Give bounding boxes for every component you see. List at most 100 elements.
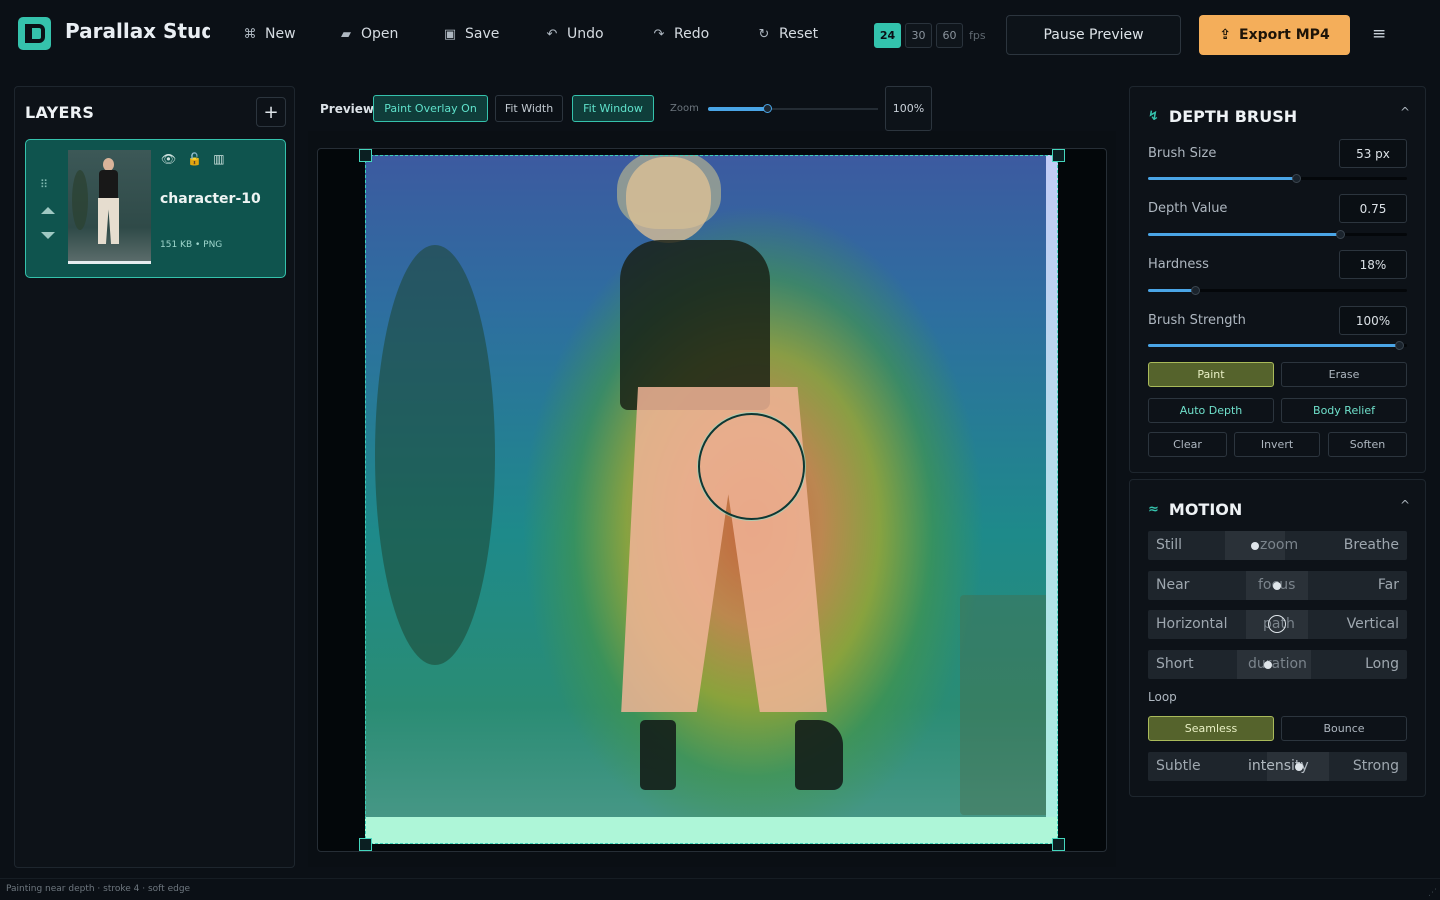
status-bar: Painting near depth · stroke 4 · soft ed… [0, 878, 1440, 900]
hamburger-menu-icon[interactable]: ≡ [1372, 24, 1386, 44]
move-layer-down-icon[interactable] [41, 232, 55, 239]
resize-handle-top-left[interactable] [359, 149, 372, 162]
app-title: Parallax Studio [65, 19, 210, 43]
intensity-selector[interactable]: Subtle intensity Strong [1148, 752, 1407, 781]
path-left-option[interactable]: Horizontal [1156, 616, 1227, 632]
brush-size-slider[interactable] [1148, 174, 1407, 183]
paint-mode-button[interactable]: Paint [1148, 362, 1274, 387]
path-selector-knob[interactable] [1268, 615, 1286, 633]
depth-value-slider-knob[interactable] [1335, 230, 1345, 239]
path-right-option[interactable]: Vertical [1347, 616, 1399, 632]
redo-button[interactable]: ↷ Redo [652, 26, 710, 42]
fps-30-button[interactable]: 30 [905, 23, 932, 48]
layer-actions: 👁 🔓 ▥ [161, 152, 225, 166]
zoom-label: Zoom [670, 103, 699, 114]
fps-unit-label: fps [969, 29, 986, 42]
zoom-left-option[interactable]: Still [1156, 537, 1182, 553]
zoom-value[interactable]: 100% [885, 86, 932, 131]
duration-right-option[interactable]: Long [1365, 656, 1399, 672]
undo-button-label: Undo [567, 26, 604, 42]
move-layer-up-icon[interactable] [41, 207, 55, 214]
duration-left-option[interactable]: Short [1156, 656, 1194, 672]
export-mp4-button[interactable]: ⇪ Export MP4 [1199, 15, 1350, 55]
undo-icon: ↶ [546, 26, 558, 42]
visibility-eye-icon[interactable]: 👁 [161, 152, 176, 166]
open-button-label: Open [361, 26, 399, 42]
add-layer-button[interactable]: + [256, 97, 286, 127]
resize-handle-top-right[interactable] [1052, 149, 1065, 162]
collapse-chevron-icon[interactable]: ^ [1400, 105, 1410, 119]
fps-60-button[interactable]: 60 [936, 23, 963, 48]
zoom-slider[interactable] [708, 104, 878, 113]
body-relief-button[interactable]: Body Relief [1281, 398, 1407, 423]
focus-selector-knob[interactable] [1273, 582, 1281, 590]
brush-strength-input[interactable]: 100% [1339, 306, 1407, 335]
pause-preview-button[interactable]: Pause Preview [1006, 15, 1181, 55]
brush-size-slider-knob[interactable] [1291, 174, 1301, 183]
reset-button[interactable]: ↻ Reset [757, 26, 819, 42]
new-button-label: New [265, 26, 296, 42]
loop-label: Loop [1148, 690, 1177, 704]
intensity-selector-knob[interactable] [1295, 763, 1303, 771]
drag-handle-icon[interactable]: ⠿ [40, 178, 48, 191]
resize-grip-icon[interactable]: ⋰ [1428, 888, 1437, 898]
open-button[interactable]: ▰ Open [339, 26, 398, 42]
focus-selector[interactable]: Near focus Far [1148, 571, 1407, 600]
motion-header[interactable]: ≈ MOTION [1148, 500, 1242, 519]
soften-button[interactable]: Soften [1328, 432, 1407, 457]
resize-handle-bottom-left[interactable] [359, 838, 372, 851]
collapse-chevron-icon[interactable]: ^ [1400, 498, 1410, 512]
brush-size-input[interactable]: 53 px [1339, 139, 1407, 168]
erase-mode-button[interactable]: Erase [1281, 362, 1407, 387]
brush-strength-slider-knob[interactable] [1395, 341, 1405, 350]
hardness-slider[interactable] [1148, 286, 1407, 295]
intensity-left-option[interactable]: Subtle [1156, 758, 1201, 774]
layer-name: character-10 [160, 191, 261, 207]
depth-brush-header[interactable]: ↯ DEPTH BRUSH [1148, 107, 1297, 126]
auto-depth-button[interactable]: Auto Depth [1148, 398, 1274, 423]
focus-right-option[interactable]: Far [1378, 577, 1399, 593]
undo-button[interactable]: ↶ Undo [545, 26, 604, 42]
delete-trash-icon[interactable]: ▥ [213, 152, 224, 166]
bounce-loop-button[interactable]: Bounce [1281, 716, 1407, 741]
app-logo-icon [18, 17, 51, 50]
hardness-slider-knob[interactable] [1190, 286, 1200, 295]
hardness-label: Hardness [1148, 257, 1209, 272]
zoom-right-option[interactable]: Breathe [1344, 537, 1399, 553]
depth-value-slider[interactable] [1148, 230, 1407, 239]
zoom-selector-knob[interactable] [1251, 542, 1259, 550]
status-text: Painting near depth · stroke 4 · soft ed… [6, 884, 191, 894]
zoom-mid-label: zoom [1260, 537, 1299, 553]
seamless-loop-button[interactable]: Seamless [1148, 716, 1274, 741]
depth-value-label: Depth Value [1148, 201, 1228, 216]
duration-selector[interactable]: Short duration Long [1148, 650, 1407, 679]
preview-label: Preview [320, 102, 375, 116]
new-button[interactable]: ⌘ New [243, 26, 296, 42]
paint-overlay-toggle[interactable]: Paint Overlay On [373, 95, 488, 122]
duration-selector-knob[interactable] [1264, 661, 1272, 669]
fps-24-button[interactable]: 24 [874, 23, 901, 48]
zoom-motion-selector[interactable]: Still zoom Breathe [1148, 531, 1407, 560]
redo-icon: ↷ [653, 26, 665, 42]
brush-strength-slider[interactable] [1148, 341, 1407, 350]
resize-handle-bottom-right[interactable] [1052, 838, 1065, 851]
focus-left-option[interactable]: Near [1156, 577, 1189, 593]
layer-meta: 151 KB • PNG [160, 240, 223, 250]
invert-button[interactable]: Invert [1234, 432, 1320, 457]
layers-panel: LAYERS + ⠿ 👁 🔓 ▥ character-10 151 KB • P… [14, 86, 295, 868]
fit-width-button[interactable]: Fit Width [495, 95, 563, 122]
reset-icon: ↻ [758, 26, 770, 42]
path-selector[interactable]: Horizontal path Vertical [1148, 610, 1407, 639]
hardness-input[interactable]: 18% [1339, 250, 1407, 279]
intensity-right-option[interactable]: Strong [1353, 758, 1399, 774]
lock-icon[interactable]: 🔓 [187, 152, 202, 166]
fit-window-button[interactable]: Fit Window [572, 95, 654, 122]
zoom-slider-knob[interactable] [762, 104, 772, 113]
save-button[interactable]: ▣ Save [443, 26, 500, 42]
brush-strength-label: Brush Strength [1148, 313, 1246, 328]
top-toolbar: Parallax Studio ⌘ New ▰ Open ▣ Save ↶ Un… [0, 0, 1440, 70]
motion-title: MOTION [1168, 500, 1243, 519]
clear-button[interactable]: Clear [1148, 432, 1227, 457]
depth-value-input[interactable]: 0.75 [1339, 194, 1407, 223]
layer-item[interactable]: ⠿ 👁 🔓 ▥ character-10 151 KB • PNG [25, 139, 286, 278]
